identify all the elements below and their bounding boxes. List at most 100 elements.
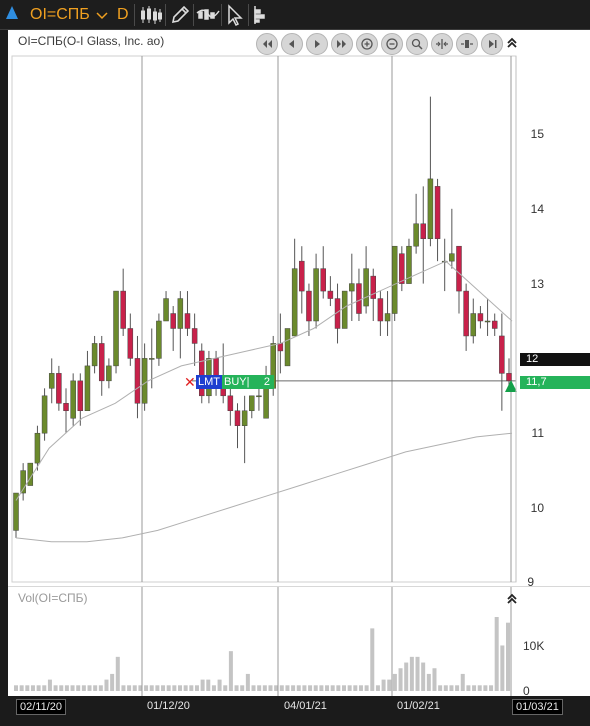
candle-body	[399, 253, 405, 284]
candle-body	[70, 380, 76, 419]
candle-body	[384, 313, 391, 322]
indicator-icon[interactable]	[196, 3, 220, 27]
candle-body	[263, 388, 269, 419]
volume-bar	[211, 685, 216, 691]
candle-body	[48, 373, 55, 389]
candlestick-icon[interactable]	[139, 3, 163, 27]
volume-bar	[381, 679, 386, 691]
cursor-icon[interactable]	[223, 3, 247, 27]
volume-bar	[206, 679, 211, 691]
volume-chart[interactable]	[8, 587, 590, 697]
volume-bar	[217, 679, 222, 691]
volume-bar	[245, 673, 250, 691]
scroll-to-start-button[interactable]	[256, 33, 278, 55]
candle-body	[377, 298, 384, 322]
volume-bar	[460, 673, 465, 691]
volume-bar	[251, 685, 256, 691]
pencil-icon[interactable]	[168, 3, 192, 27]
volume-bar	[166, 685, 171, 691]
y-tick-label: 15	[530, 127, 544, 141]
order-ticket[interactable]: ✕ LMT BUY| 2	[184, 375, 274, 389]
price-pane[interactable]: OI=СПБ(O-I Glass, Inc. ао) 15 14 13 11 1…	[8, 30, 590, 589]
scroll-left-button[interactable]	[281, 33, 303, 55]
volume-bar	[59, 685, 64, 691]
period-selector[interactable]: D	[117, 0, 129, 30]
candle-body	[320, 268, 326, 292]
volume-bar	[421, 662, 426, 691]
price-chart[interactable]	[8, 30, 590, 586]
collapse-up-icon[interactable]	[505, 592, 519, 606]
volume-bar	[426, 673, 431, 691]
candle-body	[477, 313, 484, 322]
volume-bar	[308, 685, 313, 691]
volume-bar	[183, 685, 188, 691]
candle-body	[249, 395, 255, 412]
candle-body	[341, 290, 348, 329]
volume-bar	[279, 685, 284, 691]
volume-bar	[30, 685, 35, 691]
y-tick-label: 13	[530, 277, 544, 291]
candle-body	[506, 373, 512, 382]
volume-bar	[291, 685, 296, 691]
volume-bar	[353, 685, 358, 691]
candle-body	[277, 343, 284, 352]
volume-pane[interactable]: Vol(OI=СПБ) 10K 0	[8, 586, 590, 698]
volume-bar	[477, 685, 482, 691]
candle-body	[284, 328, 291, 367]
order-type-label: LMT	[196, 375, 222, 389]
volume-bar	[500, 645, 505, 691]
expand-bars-button[interactable]	[456, 33, 478, 55]
magnifier-icon[interactable]	[406, 33, 428, 55]
candle-body	[127, 328, 134, 359]
volume-bar	[98, 685, 103, 691]
candle-body	[241, 410, 248, 426]
volume-bar	[47, 679, 52, 691]
volume-bar	[330, 685, 335, 691]
candle-body	[56, 373, 62, 404]
last-bar-button[interactable]	[481, 33, 503, 55]
volume-bar	[14, 685, 18, 691]
buy-marker-icon	[505, 380, 517, 392]
candle-body	[149, 358, 155, 360]
volume-bar	[375, 685, 380, 691]
order-side-text: BUY|	[224, 376, 250, 388]
volume-bar	[132, 685, 137, 691]
volume-bar	[409, 656, 414, 691]
candle-body	[456, 245, 462, 292]
volume-bar	[161, 685, 166, 691]
candle-body	[363, 268, 369, 307]
candle-body	[227, 395, 234, 412]
depth-icon[interactable]	[250, 3, 274, 27]
candle-body	[484, 320, 491, 323]
x-axis-label: 04/01/21	[284, 700, 327, 712]
volume-bar	[319, 685, 324, 691]
volume-bar	[172, 685, 177, 691]
volume-bar	[19, 685, 24, 691]
volume-bar	[110, 673, 115, 691]
toolbar-divider	[134, 4, 135, 26]
symbol-selector[interactable]: OI=СПБ	[30, 0, 90, 30]
zoom-out-button[interactable]	[381, 33, 403, 55]
x-axis-label: 01/02/21	[397, 700, 440, 712]
toolbar-divider	[165, 4, 166, 26]
volume-bar	[189, 685, 194, 691]
volume-bar	[313, 685, 318, 691]
x-axis-label: 01/03/21	[512, 699, 563, 715]
volume-bar	[494, 617, 499, 691]
cancel-order-icon[interactable]: ✕	[184, 375, 196, 389]
candle-body	[427, 178, 434, 239]
y-tick-label: 14	[530, 202, 544, 216]
volume-title: Vol(OI=СПБ)	[18, 591, 88, 605]
candle-body	[184, 313, 191, 329]
volume-bar	[178, 685, 182, 691]
moving-average-long	[15, 432, 513, 543]
candle-body	[106, 365, 112, 382]
volume-bar	[121, 685, 126, 691]
chevron-down-icon[interactable]	[96, 0, 108, 30]
candle-body	[63, 403, 69, 412]
scroll-right-button[interactable]	[306, 33, 328, 55]
zoom-in-button[interactable]	[356, 33, 378, 55]
collapse-up-icon[interactable]	[505, 36, 519, 50]
compress-bars-button[interactable]	[431, 33, 453, 55]
scroll-to-end-button[interactable]	[331, 33, 353, 55]
